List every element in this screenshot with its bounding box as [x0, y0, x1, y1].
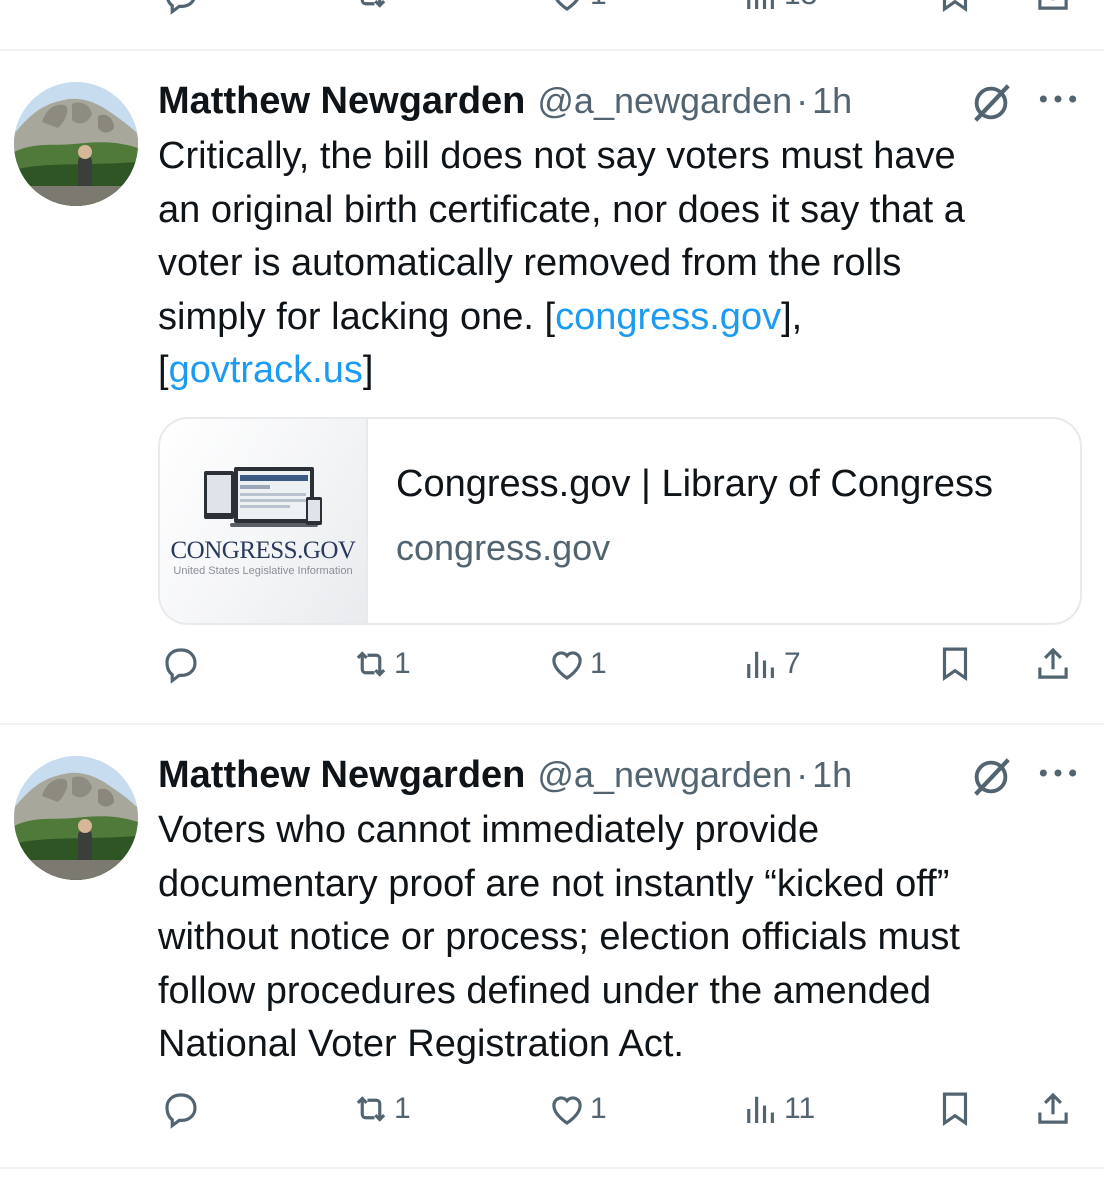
- like-count: 1: [590, 1092, 607, 1125]
- share-icon: [1038, 0, 1068, 10]
- views-count: 7: [784, 647, 801, 680]
- separator: ·: [796, 80, 809, 121]
- text-line: voter is automatically removed from the …: [158, 242, 902, 284]
- congress-logo-subtext: United States Legislative Information: [173, 565, 353, 577]
- avatar-photo: [14, 82, 138, 206]
- retweet-icon: [356, 651, 386, 677]
- link-card[interactable]: CONGRESS.GOV United States Legislative I…: [158, 417, 1082, 625]
- author-handle[interactable]: @a_newgarden: [537, 754, 792, 796]
- divider: [0, 723, 1104, 725]
- reply-button[interactable]: [160, 643, 202, 685]
- top-views-count: 13: [784, 0, 817, 12]
- timestamp[interactable]: 1h: [812, 80, 852, 122]
- views-button[interactable]: 7: [740, 643, 801, 685]
- top-retweet-button[interactable]: [350, 0, 392, 16]
- top-share-button[interactable]: [1032, 0, 1074, 16]
- link-govtrack[interactable]: govtrack.us: [169, 349, 363, 391]
- top-views-button[interactable]: 13: [740, 0, 817, 16]
- text-line: Critically, the bill does not say voters…: [158, 135, 956, 177]
- text-line: an original birth certificate, nor does …: [158, 188, 965, 231]
- bookmark-button[interactable]: [934, 1088, 976, 1130]
- views-count: 11: [784, 1092, 816, 1125]
- bookmark-icon: [942, 1092, 968, 1127]
- views-button[interactable]: 11: [740, 1088, 815, 1130]
- like-count: 1: [590, 647, 607, 680]
- congress-logo-text: CONGRESS.GOV: [170, 537, 356, 564]
- avatar-photo: [14, 756, 138, 880]
- avatar[interactable]: [14, 82, 138, 206]
- tweet-text: Voters who cannot immediately provide do…: [158, 804, 1078, 1072]
- like-button[interactable]: 1: [546, 643, 607, 685]
- heart-icon: [552, 651, 582, 680]
- views-icon: [747, 1096, 774, 1123]
- tweet[interactable]: Matthew Newgarden @a_newgarden · 1h Vote…: [0, 754, 1104, 1134]
- top-reply-button[interactable]: [160, 0, 202, 16]
- top-action-bar: 1 13: [0, 0, 1104, 22]
- grok-icon[interactable]: [968, 754, 1014, 800]
- divider: [0, 1167, 1104, 1169]
- bookmark-button[interactable]: [934, 643, 976, 685]
- grok-icon[interactable]: [968, 80, 1014, 126]
- retweet-icon: [356, 1096, 386, 1122]
- more-icon[interactable]: [1036, 758, 1080, 788]
- views-icon: [747, 651, 774, 678]
- author-name[interactable]: Matthew Newgarden: [158, 80, 525, 123]
- text-line: National Voter Registration Act.: [158, 1023, 684, 1065]
- heart-icon: [555, 0, 579, 11]
- tweet-header: Matthew Newgarden @a_newgarden · 1h: [158, 80, 852, 124]
- tweet-action-bar: 1 1 7: [0, 643, 1104, 691]
- reply-icon: [165, 648, 197, 684]
- text-segment: ]: [362, 349, 374, 391]
- link-congress[interactable]: congress.gov: [555, 296, 781, 338]
- like-button[interactable]: 1: [546, 1088, 607, 1130]
- text-line: simply for lacking one. [congress.gov],: [158, 291, 1078, 345]
- card-thumbnail: CONGRESS.GOV United States Legislative I…: [160, 419, 368, 623]
- retweet-count: 1: [394, 1092, 411, 1125]
- retweet-count: 1: [394, 647, 411, 680]
- author-name[interactable]: Matthew Newgarden: [158, 754, 525, 797]
- text-line: [govtrack.us]: [158, 344, 1078, 398]
- bookmark-icon: [942, 0, 968, 13]
- top-like-count: 1: [590, 0, 607, 12]
- card-domain[interactable]: congress.gov: [396, 527, 610, 569]
- text-segment: [: [158, 349, 169, 391]
- text-segment: simply for lacking one. [: [158, 295, 556, 338]
- top-bookmark-button[interactable]: [934, 0, 976, 16]
- retweet-button[interactable]: 1: [350, 643, 411, 685]
- author-handle[interactable]: @a_newgarden: [537, 80, 792, 122]
- top-like-button[interactable]: 1: [546, 0, 607, 16]
- devices-image: [204, 467, 322, 527]
- reply-button[interactable]: [160, 1088, 202, 1130]
- more-icon[interactable]: [1036, 84, 1080, 114]
- share-icon: [1038, 647, 1068, 679]
- card-title[interactable]: Congress.gov | Library of Congress: [396, 463, 993, 506]
- bookmark-icon: [942, 647, 968, 682]
- text-line: documentary proof are not instantly “kic…: [158, 862, 950, 905]
- tweet-header: Matthew Newgarden @a_newgarden · 1h: [158, 754, 852, 798]
- retweet-button[interactable]: 1: [350, 1088, 411, 1130]
- text-line: without notice or process; election offi…: [158, 916, 960, 958]
- reply-icon: [166, 0, 196, 15]
- divider: [0, 49, 1104, 51]
- tweet-text: Critically, the bill does not say voters…: [158, 130, 1078, 398]
- separator: ·: [796, 754, 809, 795]
- views-icon: [747, 0, 774, 9]
- timestamp[interactable]: 1h: [812, 754, 852, 796]
- share-icon: [1038, 1092, 1068, 1124]
- avatar[interactable]: [14, 756, 138, 880]
- share-button[interactable]: [1032, 643, 1074, 685]
- retweet-icon: [360, 0, 386, 8]
- share-button[interactable]: [1032, 1088, 1074, 1130]
- heart-icon: [552, 1096, 582, 1125]
- text-segment: ],: [781, 295, 803, 338]
- tweet-action-bar: 1 1 11: [0, 1088, 1104, 1136]
- text-line: Voters who cannot immediately provide: [158, 809, 820, 851]
- reply-icon: [165, 1093, 197, 1129]
- text-line: follow procedures defined under the amen…: [158, 969, 932, 1012]
